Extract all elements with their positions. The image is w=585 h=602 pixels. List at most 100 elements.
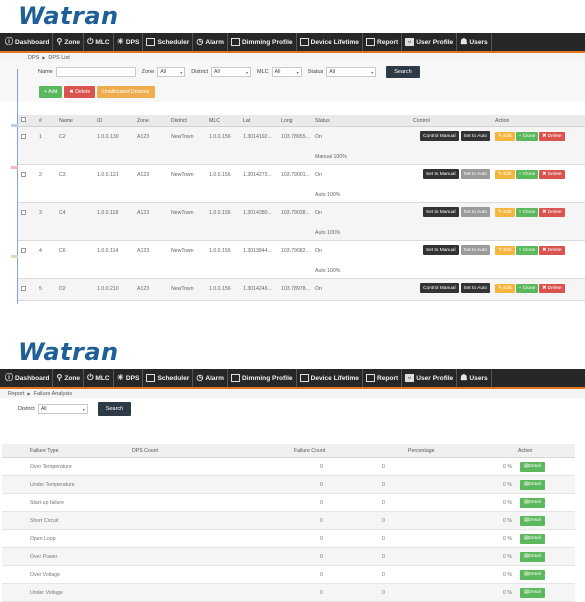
column-header[interactable]: Action xyxy=(512,448,575,454)
status-select[interactable]: All ▾ xyxy=(326,67,377,77)
nav-item-dimming-profile[interactable]: Dimming Profile xyxy=(228,369,297,387)
column-header[interactable]: DPS Count xyxy=(112,448,212,454)
search-button[interactable]: Search xyxy=(386,66,420,78)
control-manual-button[interactable]: Control Manual xyxy=(419,131,459,141)
nav-item-dashboard[interactable]: ⓘ Dashboard xyxy=(2,33,54,51)
nav-item-zone[interactable]: ⚲ Zone xyxy=(53,33,85,51)
delete-row-button[interactable]: ✖ Delete xyxy=(539,284,565,293)
column-header[interactable]: Control xyxy=(410,118,492,124)
nav-item-mlc[interactable]: ⏻ MLC xyxy=(84,369,114,387)
set-to-manual-button[interactable]: Set to Manual xyxy=(422,207,459,217)
column-header[interactable]: Name xyxy=(56,118,94,124)
row-checkbox[interactable] xyxy=(21,248,26,253)
row-checkbox[interactable] xyxy=(21,172,26,177)
table-row[interactable]: Under Temperature 0 0 0 % ▤ Detail xyxy=(2,476,575,494)
nav-item-device-lifetime[interactable]: Device Lifetime xyxy=(297,369,363,387)
column-header[interactable]: Percentage xyxy=(382,448,512,454)
breadcrumb-item[interactable]: Report xyxy=(8,391,25,397)
table-row[interactable]: 5 D2 1.0.0.210 A123 NewTown 1.0.0.156 1.301424… xyxy=(18,279,585,301)
nav-item-dashboard[interactable]: ⓘ Dashboard xyxy=(2,369,54,387)
delete-row-button[interactable]: ✖ Delete xyxy=(539,208,565,217)
detail-button[interactable]: ▤ Detail xyxy=(520,461,545,472)
nav-item-alarm[interactable]: ◷ Alarm xyxy=(193,369,229,387)
table-row[interactable]: Over Voltage 0 0 0 % ▤ Detail xyxy=(2,566,575,584)
mlc-select[interactable]: All ▾ xyxy=(271,67,302,77)
table-row[interactable]: Short Circuit 0 0 0 % ▤ Detail xyxy=(2,512,575,530)
column-header[interactable]: Action xyxy=(492,118,585,124)
search-button[interactable]: Search xyxy=(97,402,132,416)
detail-button[interactable]: ▤ Detail xyxy=(520,515,545,526)
column-header[interactable]: Lat xyxy=(240,118,278,124)
clone-button[interactable]: + Clone xyxy=(515,246,539,255)
delete-row-button[interactable]: ✖ Delete xyxy=(539,132,565,141)
clone-button[interactable]: + Clone xyxy=(515,208,539,217)
delete-button[interactable]: ✖ Delete xyxy=(64,86,96,98)
clone-button[interactable]: + Clone xyxy=(515,170,539,179)
set-to-auto-button[interactable]: Set to Auto xyxy=(460,169,490,179)
detail-button[interactable]: ▤ Detail xyxy=(520,533,545,544)
edit-button[interactable]: ✎ Edit xyxy=(495,132,515,141)
nav-item-users[interactable]: ☗ Users xyxy=(457,33,492,51)
column-header[interactable]: Failure Type xyxy=(2,448,112,454)
unallocated-devices-button[interactable]: Unallocated Devices xyxy=(97,86,155,98)
table-row[interactable]: 1 C2 1.0.0.130 A123 NewTown 1.0.0.156 1.301419… xyxy=(18,127,585,165)
detail-button[interactable]: ▤ Detail xyxy=(520,479,545,490)
nav-item-zone[interactable]: ⚲ Zone xyxy=(53,369,85,387)
nav-item-device-lifetime[interactable]: Device Lifetime xyxy=(297,33,363,51)
set-to-manual-button[interactable]: Set to Manual xyxy=(422,169,459,179)
control-manual-button[interactable]: Control Manual xyxy=(419,283,459,293)
detail-button[interactable]: ▤ Detail xyxy=(520,569,545,580)
edit-button[interactable]: ✎ Edit xyxy=(495,246,515,255)
column-header[interactable]: Zone xyxy=(134,118,168,124)
delete-row-button[interactable]: ✖ Delete xyxy=(539,170,565,179)
name-input[interactable] xyxy=(55,67,136,77)
nav-item-users[interactable]: ☗ Users xyxy=(457,369,492,387)
nav-item-mlc[interactable]: ⏻ MLC xyxy=(84,33,114,51)
nav-item-dps[interactable]: ☀ DPS xyxy=(114,369,144,387)
row-checkbox[interactable] xyxy=(21,286,26,291)
table-row[interactable]: 4 C6 1.0.0.114 A123 NewTown 1.0.0.156 1.301384… xyxy=(18,241,585,279)
row-checkbox[interactable] xyxy=(21,210,26,215)
edit-button[interactable]: ✎ Edit xyxy=(495,284,515,293)
row-checkbox[interactable] xyxy=(21,134,26,139)
nav-item-scheduler[interactable]: Scheduler xyxy=(143,369,194,387)
nav-item-report[interactable]: Report xyxy=(363,33,403,51)
nav-item-dps[interactable]: ☀ DPS xyxy=(114,33,144,51)
edit-button[interactable]: ✎ Edit xyxy=(495,208,515,217)
district-select[interactable]: All ▾ xyxy=(37,404,88,414)
nav-item-report[interactable]: Report xyxy=(363,369,403,387)
column-header[interactable]: ID xyxy=(94,118,134,124)
column-header[interactable]: District xyxy=(168,118,206,124)
add-button[interactable]: + Add xyxy=(39,86,63,98)
detail-button[interactable]: ▤ Detail xyxy=(520,587,545,598)
breadcrumb-item[interactable]: DPS xyxy=(28,55,39,61)
district-select[interactable]: All ▾ xyxy=(211,67,252,77)
column-header[interactable]: Failure Count xyxy=(212,448,382,454)
column-header[interactable]: MLC xyxy=(206,118,240,124)
table-row[interactable]: Over Temperature 0 0 0 % ▤ Detail xyxy=(2,458,575,476)
clone-button[interactable]: + Clone xyxy=(515,284,539,293)
clone-button[interactable]: + Clone xyxy=(515,132,539,141)
zone-select[interactable]: All ▾ xyxy=(157,67,186,77)
set-to-auto-button[interactable]: Set to Auto xyxy=(460,131,490,141)
set-to-auto-button[interactable]: Set to Auto xyxy=(460,245,490,255)
table-row[interactable]: 2 C3 1.0.0.121 A123 NewTown 1.0.0.156 1.301427… xyxy=(18,165,585,203)
edit-button[interactable]: ✎ Edit xyxy=(495,170,515,179)
table-row[interactable]: 3 C4 1.0.0.118 A123 NewTown 1.0.0.156 1.301438… xyxy=(18,203,585,241)
nav-item-dimming-profile[interactable]: Dimming Profile xyxy=(228,33,297,51)
delete-row-button[interactable]: ✖ Delete xyxy=(539,246,565,255)
table-row[interactable]: Under Voltage 0 0 0 % ▤ Detail xyxy=(2,584,575,602)
table-row[interactable]: Start-up failure 0 0 0 % ▤ Detail xyxy=(2,494,575,512)
column-header[interactable]: # xyxy=(36,118,56,124)
set-to-manual-button[interactable]: Set to Manual xyxy=(422,245,459,255)
detail-button[interactable]: ▤ Detail xyxy=(520,497,545,508)
table-row[interactable]: Open Loop 0 0 0 % ▤ Detail xyxy=(2,530,575,548)
nav-item-scheduler[interactable]: Scheduler xyxy=(143,33,194,51)
nav-item-user-profile[interactable]: ▪▪ User Profile xyxy=(402,33,458,51)
column-header[interactable]: Long xyxy=(278,118,312,124)
select-all-checkbox[interactable] xyxy=(21,117,26,122)
table-row[interactable]: Over Power 0 0 0 % ▤ Detail xyxy=(2,548,575,566)
column-header[interactable]: Status xyxy=(312,118,410,124)
set-to-auto-button[interactable]: Set to Auto xyxy=(460,207,490,217)
nav-item-user-profile[interactable]: ▪▪ User Profile xyxy=(402,369,458,387)
